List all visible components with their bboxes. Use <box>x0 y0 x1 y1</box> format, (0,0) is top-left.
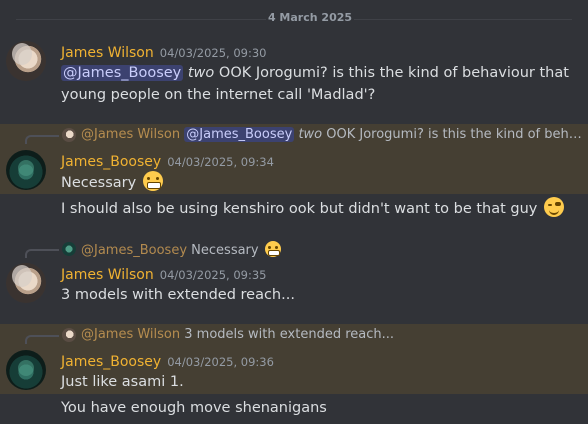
username[interactable]: James_Boosey <box>61 354 161 370</box>
avatar[interactable] <box>6 263 46 303</box>
grimacing-emoji <box>142 171 163 191</box>
reply-avatar <box>62 328 76 342</box>
timestamp: 04/03/2025, 09:34 <box>167 155 274 169</box>
message-line: 3 models with extended reach... <box>61 287 295 303</box>
divider-line <box>354 19 572 20</box>
reply-preview[interactable]: @James Wilson 3 models with extended rea… <box>0 326 588 344</box>
reply-text: 3 models with extended reach... <box>184 327 395 342</box>
message-text: @James_Boosey two OOK Jorogumi? is this … <box>61 62 574 106</box>
reply-preview[interactable]: @James Wilson @James_Boosey two OOK Joro… <box>0 126 588 144</box>
message-text: Just like asami 1. <box>61 371 574 393</box>
message-line: OOK Jorogumi? is this the kind of behavi… <box>214 65 569 81</box>
message-header: James Wilson 04/03/2025, 09:30 <box>61 42 266 62</box>
avatar[interactable] <box>6 150 46 190</box>
message-text: 3 models with extended reach... <box>61 284 574 306</box>
message-line: Necessary <box>61 175 137 191</box>
reply-avatar <box>62 242 76 256</box>
grimacing-emoji <box>264 241 281 257</box>
reply-author[interactable]: @James Wilson <box>81 127 180 142</box>
date-label: 4 March 2025 <box>267 11 353 24</box>
message-2: @James Wilson @James_Boosey two OOK Joro… <box>0 124 588 194</box>
reply-preview[interactable]: @James_Boosey Necessary <box>0 240 588 258</box>
message-2-followup: I should also be using kenshiro ook but … <box>0 194 588 224</box>
divider-line <box>16 19 266 20</box>
reply-spine <box>25 135 59 144</box>
user-mention[interactable]: @James_Boosey <box>184 127 295 142</box>
message-line: Just like asami 1. <box>61 374 184 390</box>
message-text: You have enough move shenanigans <box>61 397 574 419</box>
reply-author[interactable]: @James Wilson <box>81 327 180 342</box>
message-line: I should also be using kenshiro ook but … <box>61 201 538 217</box>
username[interactable]: James Wilson <box>61 267 154 283</box>
reply-content: @James Wilson @James_Boosey two OOK Joro… <box>81 127 582 142</box>
message-1: James Wilson 04/03/2025, 09:30 @James_Boo… <box>0 36 588 110</box>
message-text: I should also be using kenshiro ook but … <box>61 197 574 220</box>
timestamp: 04/03/2025, 09:30 <box>159 46 267 60</box>
italic-text: two <box>298 127 323 142</box>
message-header: James Wilson 04/03/2025, 09:35 <box>61 264 266 284</box>
username[interactable]: James Wilson <box>61 45 154 61</box>
message-line: young people on the internet call 'Madla… <box>61 87 376 103</box>
wink-emoji <box>544 197 564 217</box>
reply-text: Necessary <box>191 243 259 258</box>
user-mention[interactable]: @James_Boosey <box>61 65 184 81</box>
avatar[interactable] <box>6 41 46 81</box>
italic-text: two <box>187 65 215 81</box>
message-text: Necessary <box>61 171 574 194</box>
message-header: James_Boosey 04/03/2025, 09:34 <box>61 151 274 171</box>
message-3: @James_Boosey Necessary James Wilson 04/0… <box>0 238 588 310</box>
reply-spine <box>25 335 59 344</box>
timestamp: 04/03/2025, 09:35 <box>159 268 267 282</box>
reply-avatar <box>62 128 76 142</box>
reply-author[interactable]: @James_Boosey <box>81 243 187 258</box>
message-header: James_Boosey 04/03/2025, 09:36 <box>61 351 274 371</box>
message-4-followup: You have enough move shenanigans <box>0 394 588 424</box>
message-4: @James Wilson 3 models with extended rea… <box>0 324 588 394</box>
avatar[interactable] <box>6 350 46 390</box>
reply-content: @James_Boosey Necessary <box>81 241 582 258</box>
message-line: You have enough move shenanigans <box>61 400 327 416</box>
reply-text: OOK Jorogumi? is this the kind of behavi… <box>326 127 582 142</box>
reply-content: @James Wilson 3 models with extended rea… <box>81 327 582 342</box>
reply-spine <box>25 249 59 258</box>
date-divider: 4 March 2025 <box>0 10 588 28</box>
timestamp: 04/03/2025, 09:36 <box>167 355 274 369</box>
username[interactable]: James_Boosey <box>61 154 161 170</box>
